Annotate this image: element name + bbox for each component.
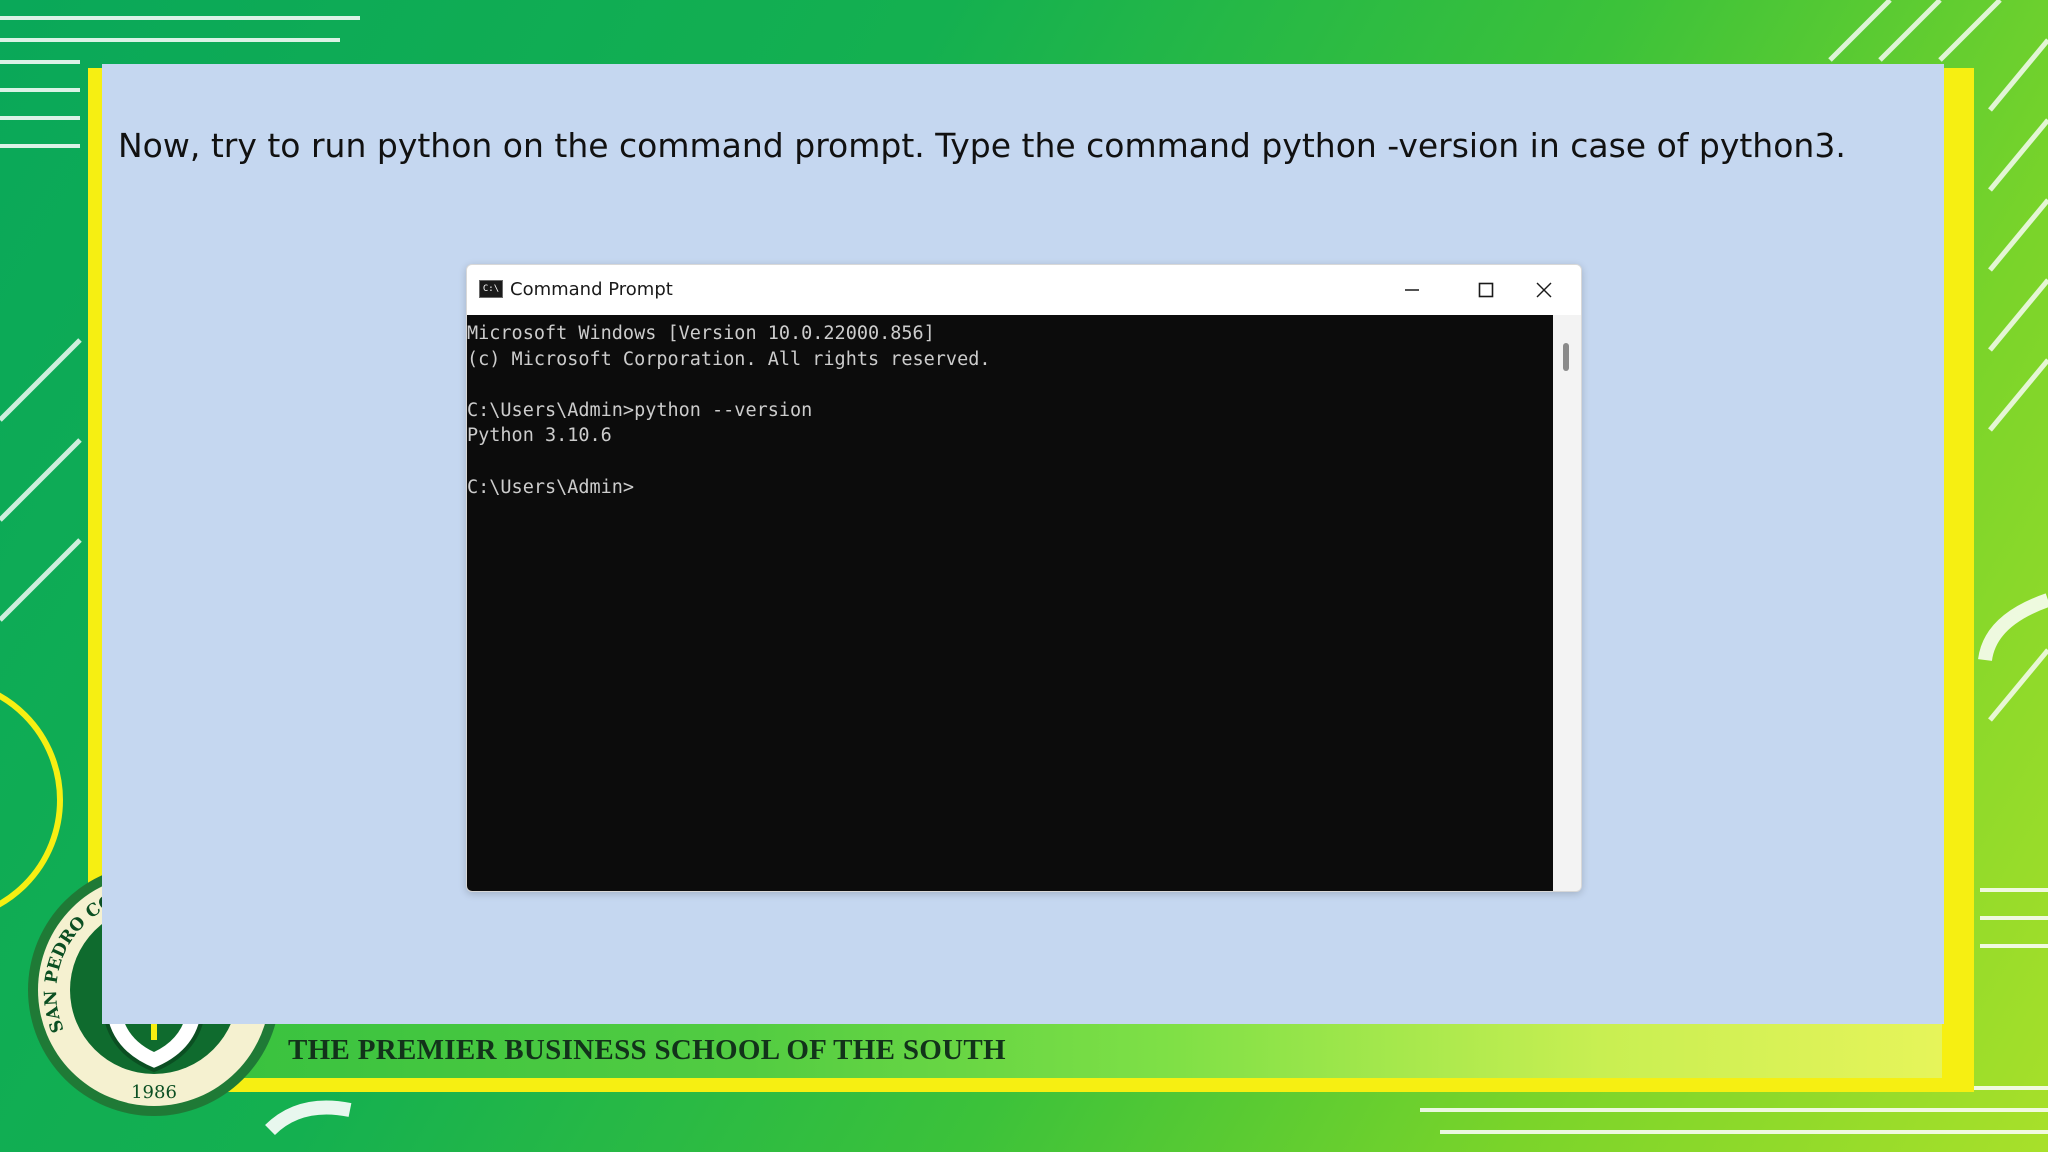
window-title: Command Prompt [510,279,673,300]
console-prompt-line: C:\Users\Admin> [467,476,635,498]
vertical-scrollbar[interactable] [1553,315,1581,891]
school-tagline: THE PREMIER BUSINESS SCHOOL OF THE SOUTH [288,1034,1006,1066]
maximize-icon [1478,282,1494,298]
close-icon [1536,282,1552,298]
minimize-icon [1405,289,1419,291]
console-line: Python 3.10.6 [467,425,612,447]
console-line: (c) Microsoft Corporation. All rights re… [467,348,991,370]
console-lines: Microsoft Windows [Version 10.0.22000.85… [467,315,1553,500]
instruction-text: Now, try to run python on the command pr… [118,126,1846,165]
console-line: C:\Users\Admin>python --version [467,399,813,421]
minimize-button[interactable] [1375,265,1449,315]
window-titlebar[interactable]: C:\ Command Prompt [467,265,1581,315]
console-line: Microsoft Windows [Version 10.0.22000.85… [467,323,935,344]
command-prompt-window: C:\ Command Prompt Microsoft Windows [Ve… [466,264,1582,892]
svg-text:1986: 1986 [131,1082,177,1103]
close-button[interactable] [1507,265,1581,315]
console-output[interactable]: Microsoft Windows [Version 10.0.22000.85… [467,315,1553,891]
scrollbar-thumb[interactable] [1563,343,1569,371]
cmd-app-icon[interactable]: C:\ [479,280,503,298]
